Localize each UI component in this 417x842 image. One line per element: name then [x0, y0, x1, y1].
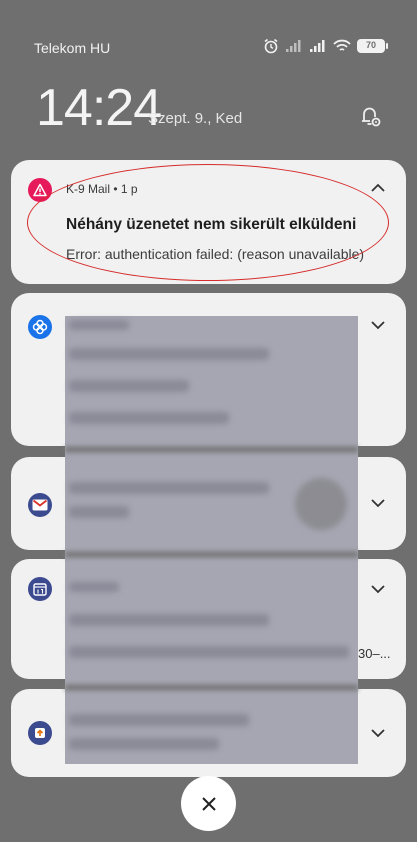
battery-icon: 70: [357, 39, 388, 53]
blurred-separator: [65, 446, 358, 453]
clock: 14:24: [36, 79, 162, 137]
expand-button[interactable]: [368, 315, 388, 335]
blurred-line: [69, 348, 269, 360]
close-icon: [201, 796, 216, 811]
blurred-line: [69, 646, 349, 658]
lockscreen-clock-row: 14:24 Szept. 9., Ked: [36, 80, 386, 140]
blurred-avatar: [295, 478, 347, 530]
gmail-icon: [28, 493, 52, 517]
chevron-down-icon: [371, 729, 385, 738]
notification-body: Error: authentication failed: (reason un…: [66, 246, 365, 262]
blurred-line: [69, 482, 269, 494]
blurred-separator: [65, 684, 358, 691]
blurred-line: [69, 614, 269, 626]
notification-header: K-9 Mail • 1 p: [66, 182, 138, 196]
wifi-icon: [333, 39, 351, 51]
chevron-down-icon: [371, 499, 385, 508]
expand-button[interactable]: [368, 579, 388, 599]
blurred-separator: [65, 551, 358, 558]
blurred-line: [69, 320, 129, 330]
blurred-line: [69, 582, 119, 592]
signal-icon: [310, 40, 325, 52]
calendar-icon: [28, 577, 52, 601]
pinwheel-icon: [28, 315, 52, 339]
status-icons: 70: [263, 36, 388, 56]
chevron-down-icon: [371, 321, 385, 330]
blurred-line: [69, 738, 219, 750]
redaction-blur: [65, 316, 358, 764]
date: Szept. 9., Ked: [148, 110, 243, 127]
blurred-line: [69, 380, 189, 392]
blurred-line: [69, 412, 229, 424]
clear-all-button[interactable]: [181, 776, 236, 831]
carrier-name: Telekom HU: [34, 40, 111, 56]
expand-button[interactable]: [368, 493, 388, 513]
bell-settings-icon: [362, 107, 381, 127]
upload-icon: [28, 721, 52, 745]
warning-icon: [28, 178, 52, 202]
collapse-button[interactable]: [368, 178, 388, 198]
notification-settings-button[interactable]: [356, 102, 384, 130]
chevron-down-icon: [371, 585, 385, 594]
notification-text-fragment: 30–...: [358, 646, 391, 661]
chevron-up-icon: [371, 183, 385, 192]
blurred-line: [69, 506, 129, 518]
blurred-line: [69, 714, 249, 726]
alarm-icon: [264, 38, 278, 54]
notification-k9-mail[interactable]: K-9 Mail • 1 p Néhány üzenetet nem siker…: [11, 160, 406, 284]
expand-button[interactable]: [368, 723, 388, 743]
status-bar: Telekom HU 70: [0, 0, 417, 60]
signal-icon: [286, 40, 301, 52]
notification-title: Néhány üzenetet nem sikerült elküldeni: [66, 216, 357, 233]
